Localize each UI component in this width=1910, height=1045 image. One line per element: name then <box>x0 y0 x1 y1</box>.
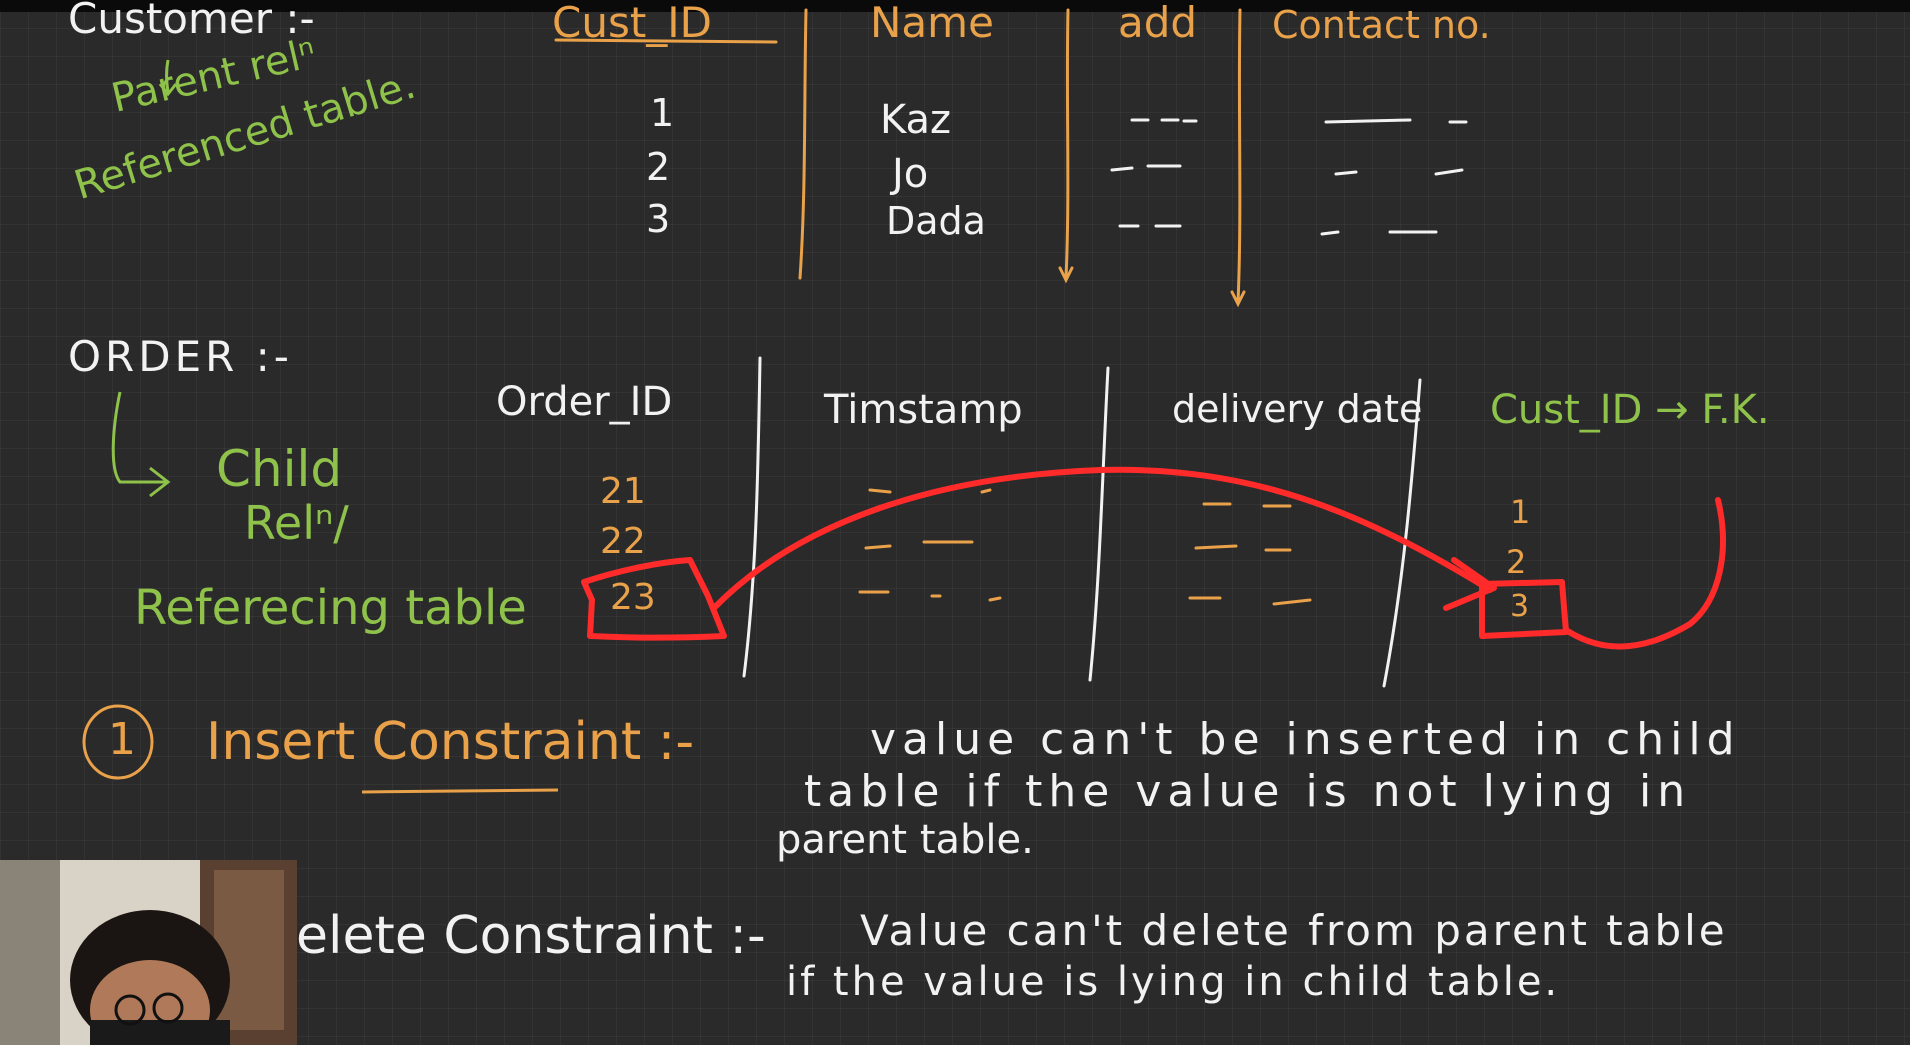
delete-constraint-title: elete Constraint :- <box>296 906 766 966</box>
insert-desc-line3: parent table. <box>776 817 1034 863</box>
delete-desc-line1: Value can't delete from parent table <box>860 906 1728 955</box>
delete-desc-line2: if the value is lying in child table. <box>786 959 1561 1005</box>
insert-desc-line1: value can't be inserted in child <box>870 714 1741 765</box>
whiteboard-canvas: Customer :- Parent relⁿ Referenced table… <box>0 0 1910 1045</box>
insert-desc-line2: table if the value is not lying in <box>804 766 1692 817</box>
presenter-video-frame <box>0 860 297 1045</box>
presenter-webcam <box>0 860 297 1045</box>
